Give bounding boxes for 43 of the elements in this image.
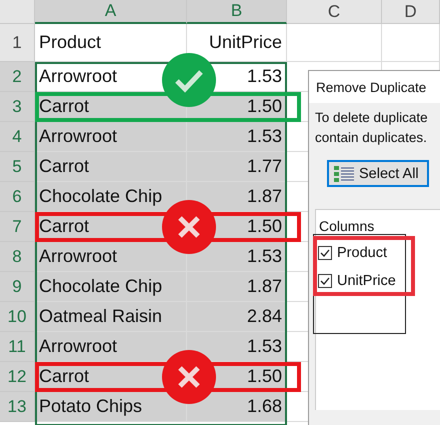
dialog-message: To delete duplicate contain duplicates. bbox=[314, 109, 429, 147]
table-cell: Arrowroot bbox=[35, 332, 187, 362]
checkbox[interactable] bbox=[318, 246, 332, 260]
table-cell: Chocolate Chip bbox=[35, 272, 187, 302]
cross-icon bbox=[162, 350, 216, 404]
row-header[interactable]: 11 bbox=[0, 332, 35, 362]
table-cell: 2.84 bbox=[187, 302, 287, 332]
column-header[interactable]: B bbox=[187, 0, 287, 24]
row-header[interactable]: 3 bbox=[0, 92, 35, 122]
table-cell: Arrowroot bbox=[35, 242, 187, 272]
column-checkbox[interactable]: Product bbox=[314, 239, 405, 267]
row-header[interactable]: 4 bbox=[0, 122, 35, 152]
row-header[interactable]: 6 bbox=[0, 182, 35, 212]
table-cell: 1.87 bbox=[187, 272, 287, 302]
row-header[interactable]: 8 bbox=[0, 242, 35, 272]
column-header[interactable]: D bbox=[382, 0, 440, 24]
row-header[interactable]: 9 bbox=[0, 272, 35, 302]
column-header[interactable]: A bbox=[35, 0, 187, 24]
table-cell: Arrowroot bbox=[35, 122, 187, 152]
table-cell: Carrot bbox=[35, 152, 187, 182]
table-cell: 1.77 bbox=[187, 152, 287, 182]
row-header[interactable]: 1 bbox=[0, 24, 35, 62]
group-label: Columns bbox=[318, 217, 376, 234]
table-cell: 1.53 bbox=[187, 122, 287, 152]
check-icon bbox=[162, 53, 216, 107]
row-header[interactable]: 13 bbox=[0, 392, 35, 422]
dialog-title: Remove Duplicate bbox=[309, 71, 440, 103]
list-icon bbox=[333, 164, 355, 182]
table-cell: Potato Chips bbox=[35, 392, 187, 422]
table-cell: Oatmeal Raisin bbox=[35, 302, 187, 332]
checkbox[interactable] bbox=[318, 274, 332, 288]
row-header[interactable]: 7 bbox=[0, 212, 35, 242]
checkbox-label: Product bbox=[337, 245, 387, 261]
select-all-button[interactable]: Select All bbox=[327, 160, 429, 187]
row-header[interactable]: 12 bbox=[0, 362, 35, 392]
checkbox-label: UnitPrice bbox=[337, 273, 396, 289]
table-cell: Chocolate Chip bbox=[35, 182, 187, 212]
column-header[interactable]: C bbox=[287, 0, 382, 24]
row-header[interactable]: 10 bbox=[0, 302, 35, 332]
cross-icon bbox=[162, 200, 216, 254]
row-header[interactable]: 2 bbox=[0, 62, 35, 92]
row-header[interactable]: 5 bbox=[0, 152, 35, 182]
column-checkbox[interactable]: UnitPrice bbox=[314, 267, 405, 295]
